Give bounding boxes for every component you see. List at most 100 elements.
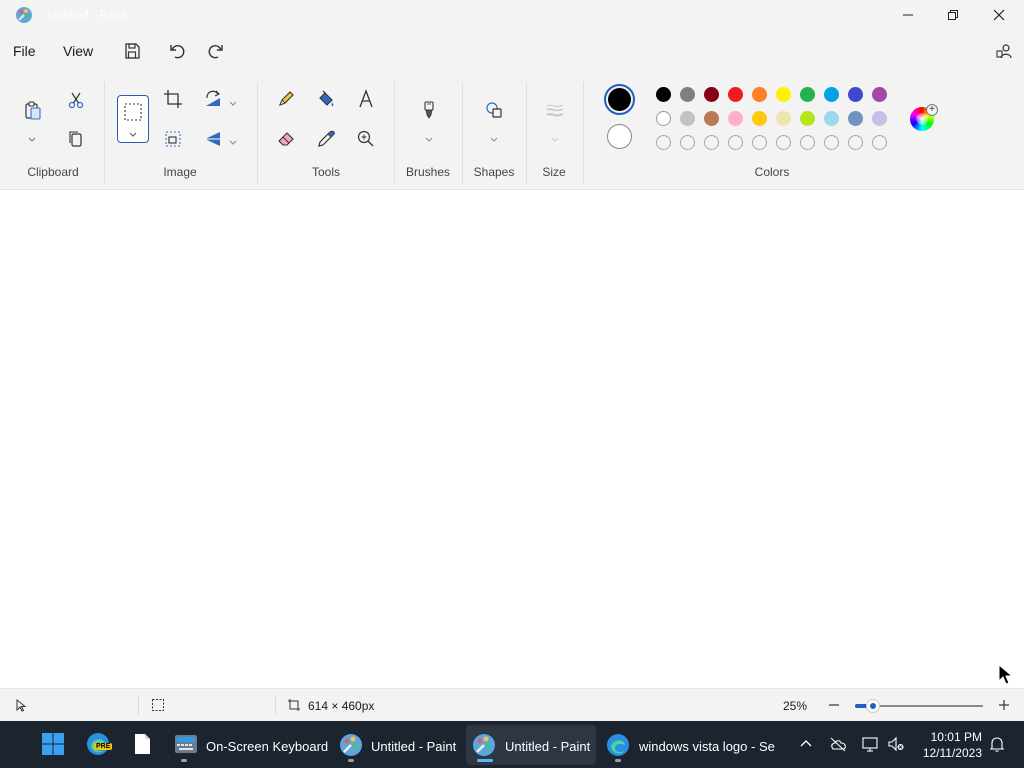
- taskbar-app-edge[interactable]: windows vista logo - Se: [600, 725, 780, 765]
- taskbar-app-paint-1[interactable]: Untitled - Paint: [333, 725, 463, 765]
- taskbar-app-keyboard[interactable]: On-Screen Keyboard: [166, 725, 330, 765]
- palette-swatch[interactable]: [656, 87, 671, 102]
- eraser-button[interactable]: [273, 126, 299, 152]
- brushes-button[interactable]: [416, 97, 442, 123]
- color-picker-button[interactable]: [313, 126, 339, 152]
- paint-app-icon: [473, 734, 495, 756]
- palette-swatch[interactable]: [728, 87, 743, 102]
- primary-color-button[interactable]: [604, 84, 635, 115]
- line-size-icon: [546, 104, 564, 117]
- pencil-button[interactable]: [273, 86, 299, 112]
- paint-app-icon: [16, 7, 32, 23]
- account-button[interactable]: [992, 39, 1016, 63]
- save-button[interactable]: [120, 39, 144, 63]
- maximize-button[interactable]: [930, 0, 976, 30]
- zoom-slider-thumb[interactable]: [866, 699, 880, 713]
- taskbar-app-label: Untitled - Paint: [505, 739, 591, 754]
- palette-swatch[interactable]: [680, 111, 695, 126]
- redo-button[interactable]: [204, 39, 228, 63]
- custom-color-slot[interactable]: [752, 135, 767, 150]
- running-indicator: [615, 759, 621, 762]
- zoom-in-button[interactable]: [997, 698, 1011, 712]
- fill-button[interactable]: [313, 86, 339, 112]
- custom-color-slot[interactable]: [824, 135, 839, 150]
- edge-pre-badge: PRE: [94, 743, 113, 750]
- palette-swatch[interactable]: [824, 87, 839, 102]
- notifications-button[interactable]: [988, 735, 1006, 753]
- paste-button[interactable]: [19, 97, 45, 123]
- drawing-canvas[interactable]: [0, 191, 1024, 688]
- custom-color-slot[interactable]: [728, 135, 743, 150]
- close-button[interactable]: [976, 0, 1022, 30]
- shapes-dropdown[interactable]: [489, 131, 499, 142]
- flip-button[interactable]: [200, 126, 226, 152]
- resize-button[interactable]: [160, 126, 186, 152]
- eyedropper-icon: [318, 130, 335, 147]
- palette-swatch[interactable]: [680, 87, 695, 102]
- palette-swatch[interactable]: [800, 111, 815, 126]
- onedrive-tray[interactable]: [829, 735, 847, 753]
- palette-swatch[interactable]: [848, 111, 863, 126]
- running-indicator: [181, 759, 187, 762]
- palette-swatch[interactable]: [728, 111, 743, 126]
- custom-color-slot[interactable]: [656, 135, 671, 150]
- palette-swatch[interactable]: [752, 111, 767, 126]
- paint-app-icon: [340, 734, 362, 756]
- zoom-out-button[interactable]: [827, 698, 841, 712]
- palette-swatch[interactable]: [704, 87, 719, 102]
- rotate-button[interactable]: [200, 86, 226, 112]
- clock-date[interactable]: 12/11/2023: [914, 746, 982, 760]
- flip-dropdown[interactable]: [228, 134, 238, 145]
- magnifier-button[interactable]: [353, 126, 379, 152]
- view-menu[interactable]: View: [63, 43, 93, 59]
- crop-button[interactable]: [160, 86, 186, 112]
- select-button[interactable]: [117, 95, 149, 143]
- file-icon[interactable]: [130, 732, 154, 756]
- brushes-dropdown[interactable]: [424, 131, 434, 142]
- palette-swatch[interactable]: [824, 111, 839, 126]
- chevron-up-icon: [800, 740, 812, 747]
- custom-color-slot[interactable]: [704, 135, 719, 150]
- copy-button[interactable]: [63, 126, 89, 152]
- chevron-down-icon: [551, 137, 559, 142]
- palette-swatch[interactable]: [776, 87, 791, 102]
- file-menu[interactable]: File: [13, 43, 36, 59]
- shapes-group-label: Shapes: [473, 165, 515, 179]
- palette-swatch[interactable]: [872, 111, 887, 126]
- windows-start-icon[interactable]: [41, 732, 65, 756]
- size-button[interactable]: [542, 97, 568, 123]
- palette-swatch[interactable]: [800, 87, 815, 102]
- custom-color-slot[interactable]: [776, 135, 791, 150]
- ribbon-divider: [394, 82, 395, 184]
- palette-swatch[interactable]: [656, 111, 671, 126]
- rotate-dropdown[interactable]: [228, 95, 238, 106]
- minimize-button[interactable]: [885, 0, 931, 30]
- custom-color-slot[interactable]: [872, 135, 887, 150]
- size-dropdown[interactable]: [550, 131, 560, 142]
- canvas-size-text: 614 × 460px: [308, 699, 375, 713]
- paste-dropdown[interactable]: [27, 131, 37, 142]
- network-tray[interactable]: [861, 735, 879, 753]
- palette-swatch[interactable]: [776, 111, 791, 126]
- text-button[interactable]: [353, 86, 379, 112]
- volume-tray[interactable]: [887, 735, 905, 753]
- clock-time[interactable]: 10:01 PM: [920, 730, 982, 744]
- undo-button[interactable]: [165, 39, 189, 63]
- redo-icon: [208, 44, 223, 59]
- zoom-level-text[interactable]: 25%: [783, 699, 807, 713]
- custom-color-slot[interactable]: [848, 135, 863, 150]
- palette-swatch[interactable]: [752, 87, 767, 102]
- show-hidden-icons-button[interactable]: [797, 735, 815, 753]
- tools-group-label: Tools: [311, 165, 340, 179]
- selection-icon: [124, 103, 142, 121]
- shapes-button[interactable]: [481, 97, 507, 123]
- secondary-color-button[interactable]: [607, 124, 632, 149]
- palette-swatch[interactable]: [872, 87, 887, 102]
- palette-swatch[interactable]: [848, 87, 863, 102]
- custom-color-slot[interactable]: [800, 135, 815, 150]
- colors-group-label: Colors: [754, 165, 790, 179]
- cut-button[interactable]: [63, 87, 89, 113]
- taskbar-app-paint-2[interactable]: Untitled - Paint: [466, 725, 596, 765]
- custom-color-slot[interactable]: [680, 135, 695, 150]
- palette-swatch[interactable]: [704, 111, 719, 126]
